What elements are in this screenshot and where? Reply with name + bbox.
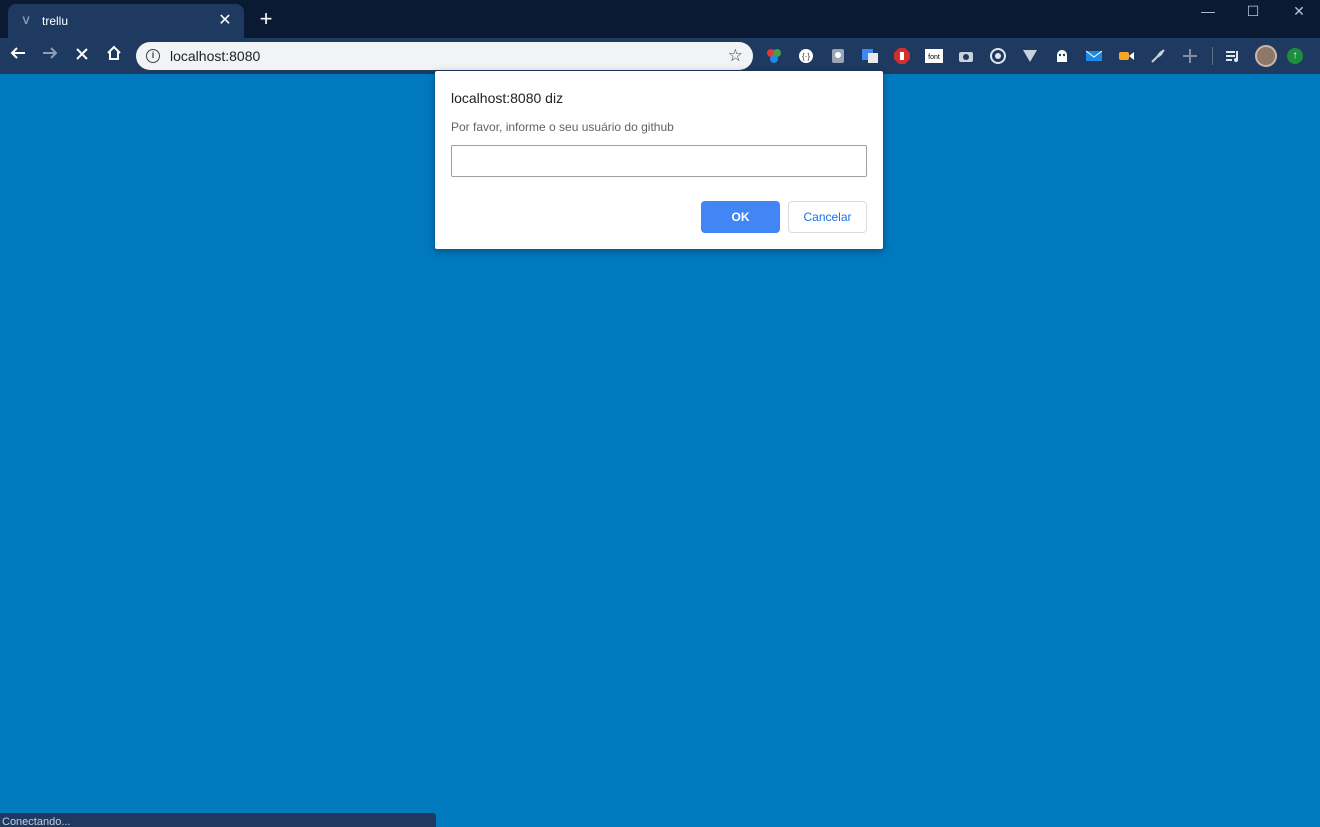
minimize-button[interactable]: —	[1193, 2, 1223, 22]
video-icon[interactable]	[1116, 47, 1136, 65]
lightbulb-icon[interactable]	[828, 47, 848, 65]
tab-title: trellu	[42, 14, 69, 28]
media-queue-icon[interactable]	[1223, 47, 1243, 65]
browser-titlebar: V trellu ✕ + — ☐ ✕	[0, 0, 1320, 38]
address-bar[interactable]: i localhost:8080 ☆	[136, 42, 753, 70]
dialog-title: localhost:8080 diz	[451, 90, 564, 106]
google-translate-icon[interactable]	[860, 47, 880, 65]
font-icon[interactable]: font	[924, 47, 944, 65]
back-button[interactable]	[6, 44, 30, 68]
home-button[interactable]	[102, 44, 126, 68]
svg-text:{·}: {·}	[802, 52, 810, 61]
prompt-dialog: localhost:8080 diz Por favor, informe o …	[435, 71, 883, 249]
forward-button[interactable]	[38, 44, 62, 68]
camera-icon[interactable]	[956, 47, 976, 65]
browser-tab[interactable]: V trellu ✕	[8, 4, 244, 38]
info-icon[interactable]: i	[146, 49, 160, 63]
vue-devtools-icon[interactable]	[1020, 47, 1040, 65]
profile-avatar[interactable]	[1255, 45, 1277, 67]
vue-icon: V	[22, 15, 30, 27]
status-bar: Conectando...	[0, 813, 436, 827]
dialog-message: Por favor, informe o seu usuário do gith…	[451, 120, 674, 134]
extensions-bar: {·} font ↑	[764, 45, 1303, 67]
maximize-button[interactable]: ☐	[1238, 2, 1268, 22]
feather-icon[interactable]	[1148, 47, 1168, 65]
ok-button[interactable]: OK	[701, 201, 780, 233]
stop-loading-button[interactable]	[70, 44, 94, 68]
bookmark-star-icon[interactable]: ☆	[728, 46, 743, 66]
json-viewer-icon[interactable]: {·}	[796, 47, 816, 65]
toolbar-separator	[1212, 47, 1213, 65]
adblock-icon[interactable]	[892, 47, 912, 65]
close-tab-icon[interactable]: ✕	[216, 13, 234, 29]
ghostery-icon[interactable]	[1052, 47, 1072, 65]
ruler-icon[interactable]	[1180, 47, 1200, 65]
url-text[interactable]: localhost:8080	[170, 48, 728, 64]
target-icon[interactable]	[988, 47, 1008, 65]
github-username-input[interactable]	[451, 145, 867, 177]
close-window-button[interactable]: ✕	[1284, 2, 1314, 22]
browser-toolbar: i localhost:8080 ☆ {·} font ↑	[0, 38, 1320, 74]
cancel-button[interactable]: Cancelar	[788, 201, 867, 233]
font-ext-label: font	[928, 54, 940, 61]
color-picker-icon[interactable]	[764, 47, 784, 65]
new-tab-button[interactable]: +	[255, 8, 277, 31]
update-icon[interactable]: ↑	[1287, 48, 1303, 64]
mail-icon[interactable]	[1084, 47, 1104, 65]
